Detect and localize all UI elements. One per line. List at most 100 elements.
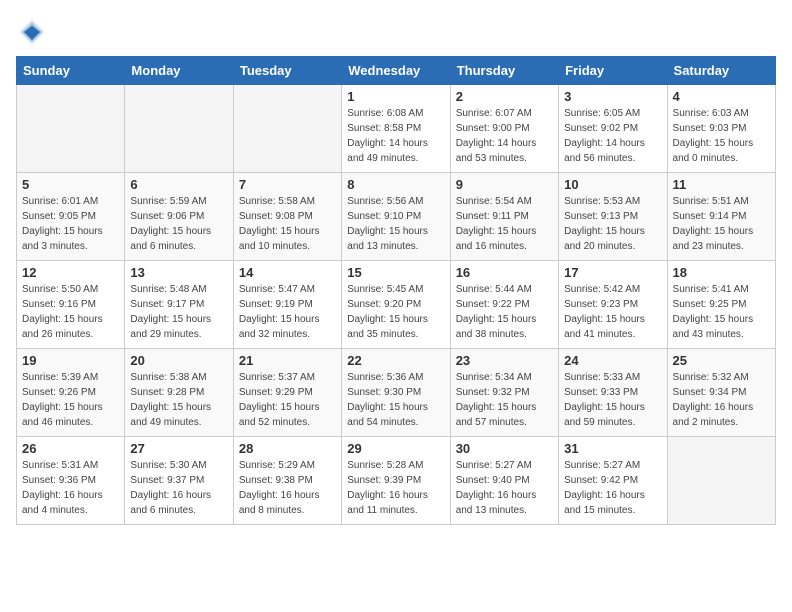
day-detail: Sunrise: 6:01 AMSunset: 9:05 PMDaylight:… [22, 194, 119, 254]
day-detail: Sunrise: 5:47 AMSunset: 9:19 PMDaylight:… [239, 282, 336, 342]
day-cell: 24 Sunrise: 5:33 AMSunset: 9:33 PMDayligh… [559, 349, 667, 437]
day-number: 25 [673, 353, 770, 368]
day-number: 3 [564, 89, 661, 104]
day-number: 31 [564, 441, 661, 456]
day-number: 22 [347, 353, 444, 368]
day-cell: 16 Sunrise: 5:44 AMSunset: 9:22 PMDayligh… [450, 261, 558, 349]
empty-cell [233, 85, 341, 173]
day-cell: 7Sunrise: 5:58 AMSunset: 9:08 PMDaylight… [233, 173, 341, 261]
day-cell: 13Sunrise: 5:48 AMSunset: 9:17 PMDayligh… [125, 261, 233, 349]
day-number: 18 [673, 265, 770, 280]
day-detail: Sunrise: 5:53 AMSunset: 9:13 PMDaylight:… [564, 194, 661, 254]
empty-cell [17, 85, 125, 173]
day-cell: 21 Sunrise: 5:37 AMSunset: 9:29 PMDayligh… [233, 349, 341, 437]
day-detail: Sunrise: 5:36 AMSunset: 9:30 PMDaylight:… [347, 370, 444, 430]
day-cell: 15Sunrise: 5:45 AMSunset: 9:20 PMDayligh… [342, 261, 450, 349]
day-cell: 5 Sunrise: 6:01 AMSunset: 9:05 PMDaylight… [17, 173, 125, 261]
day-cell: 26 Sunrise: 5:31 AMSunset: 9:36 PMDayligh… [17, 437, 125, 525]
calendar-week-row: 26 Sunrise: 5:31 AMSunset: 9:36 PMDayligh… [17, 437, 776, 525]
day-cell: 30 Sunrise: 5:27 AMSunset: 9:40 PMDayligh… [450, 437, 558, 525]
weekday-header-monday: Monday [125, 57, 233, 85]
calendar-table: SundayMondayTuesdayWednesdayThursdayFrid… [16, 56, 776, 525]
day-cell: 29 Sunrise: 5:28 AMSunset: 9:39 PMDayligh… [342, 437, 450, 525]
weekday-header-tuesday: Tuesday [233, 57, 341, 85]
day-number: 30 [456, 441, 553, 456]
day-cell: 18 Sunrise: 5:41 AMSunset: 9:25 PMDayligh… [667, 261, 775, 349]
day-cell: 22 Sunrise: 5:36 AMSunset: 9:30 PMDayligh… [342, 349, 450, 437]
day-cell: 17Sunrise: 5:42 AMSunset: 9:23 PMDayligh… [559, 261, 667, 349]
day-cell: 2 Sunrise: 6:07 AMSunset: 9:00 PMDaylight… [450, 85, 558, 173]
day-cell: 8 Sunrise: 5:56 AMSunset: 9:10 PMDaylight… [342, 173, 450, 261]
day-detail: Sunrise: 5:50 AMSunset: 9:16 PMDaylight:… [22, 282, 119, 342]
day-number: 7 [239, 177, 336, 192]
logo [16, 16, 52, 48]
calendar-week-row: 12 Sunrise: 5:50 AMSunset: 9:16 PMDayligh… [17, 261, 776, 349]
logo-icon [16, 16, 48, 48]
day-cell: 9 Sunrise: 5:54 AMSunset: 9:11 PMDaylight… [450, 173, 558, 261]
day-number: 20 [130, 353, 227, 368]
day-detail: Sunrise: 5:39 AMSunset: 9:26 PMDaylight:… [22, 370, 119, 430]
day-number: 11 [673, 177, 770, 192]
day-detail: Sunrise: 5:27 AMSunset: 9:40 PMDaylight:… [456, 458, 553, 518]
day-number: 1 [347, 89, 444, 104]
day-detail: Sunrise: 5:54 AMSunset: 9:11 PMDaylight:… [456, 194, 553, 254]
day-detail: Sunrise: 5:33 AMSunset: 9:33 PMDaylight:… [564, 370, 661, 430]
day-number: 21 [239, 353, 336, 368]
day-cell: 27 Sunrise: 5:30 AMSunset: 9:37 PMDayligh… [125, 437, 233, 525]
day-detail: Sunrise: 5:41 AMSunset: 9:25 PMDaylight:… [673, 282, 770, 342]
empty-cell [667, 437, 775, 525]
calendar-week-row: 1 Sunrise: 6:08 AMSunset: 8:58 PMDaylight… [17, 85, 776, 173]
day-cell: 31 Sunrise: 5:27 AMSunset: 9:42 PMDayligh… [559, 437, 667, 525]
day-number: 19 [22, 353, 119, 368]
day-cell: 10 Sunrise: 5:53 AMSunset: 9:13 PMDayligh… [559, 173, 667, 261]
day-number: 5 [22, 177, 119, 192]
day-number: 8 [347, 177, 444, 192]
day-number: 2 [456, 89, 553, 104]
day-detail: Sunrise: 6:08 AMSunset: 8:58 PMDaylight:… [347, 106, 444, 166]
weekday-header-wednesday: Wednesday [342, 57, 450, 85]
day-cell: 6Sunrise: 5:59 AMSunset: 9:06 PMDaylight… [125, 173, 233, 261]
day-detail: Sunrise: 5:34 AMSunset: 9:32 PMDaylight:… [456, 370, 553, 430]
day-number: 26 [22, 441, 119, 456]
weekday-header-thursday: Thursday [450, 57, 558, 85]
weekday-header-sunday: Sunday [17, 57, 125, 85]
calendar-week-row: 19 Sunrise: 5:39 AMSunset: 9:26 PMDayligh… [17, 349, 776, 437]
day-number: 10 [564, 177, 661, 192]
day-detail: Sunrise: 5:27 AMSunset: 9:42 PMDaylight:… [564, 458, 661, 518]
day-detail: Sunrise: 5:51 AMSunset: 9:14 PMDaylight:… [673, 194, 770, 254]
day-cell: 4Sunrise: 6:03 AMSunset: 9:03 PMDaylight… [667, 85, 775, 173]
weekday-header-row: SundayMondayTuesdayWednesdayThursdayFrid… [17, 57, 776, 85]
day-number: 17 [564, 265, 661, 280]
day-number: 12 [22, 265, 119, 280]
day-detail: Sunrise: 5:28 AMSunset: 9:39 PMDaylight:… [347, 458, 444, 518]
day-cell: 12 Sunrise: 5:50 AMSunset: 9:16 PMDayligh… [17, 261, 125, 349]
day-number: 14 [239, 265, 336, 280]
day-detail: Sunrise: 5:45 AMSunset: 9:20 PMDaylight:… [347, 282, 444, 342]
day-number: 4 [673, 89, 770, 104]
day-cell: 23Sunrise: 5:34 AMSunset: 9:32 PMDayligh… [450, 349, 558, 437]
day-cell: 11 Sunrise: 5:51 AMSunset: 9:14 PMDayligh… [667, 173, 775, 261]
day-detail: Sunrise: 5:32 AMSunset: 9:34 PMDaylight:… [673, 370, 770, 430]
calendar-week-row: 5 Sunrise: 6:01 AMSunset: 9:05 PMDaylight… [17, 173, 776, 261]
day-detail: Sunrise: 6:07 AMSunset: 9:00 PMDaylight:… [456, 106, 553, 166]
day-detail: Sunrise: 5:31 AMSunset: 9:36 PMDaylight:… [22, 458, 119, 518]
day-detail: Sunrise: 5:38 AMSunset: 9:28 PMDaylight:… [130, 370, 227, 430]
day-detail: Sunrise: 5:30 AMSunset: 9:37 PMDaylight:… [130, 458, 227, 518]
day-cell: 1 Sunrise: 6:08 AMSunset: 8:58 PMDaylight… [342, 85, 450, 173]
day-detail: Sunrise: 5:48 AMSunset: 9:17 PMDaylight:… [130, 282, 227, 342]
day-cell: 3Sunrise: 6:05 AMSunset: 9:02 PMDaylight… [559, 85, 667, 173]
empty-cell [125, 85, 233, 173]
day-detail: Sunrise: 5:56 AMSunset: 9:10 PMDaylight:… [347, 194, 444, 254]
day-detail: Sunrise: 5:44 AMSunset: 9:22 PMDaylight:… [456, 282, 553, 342]
day-number: 27 [130, 441, 227, 456]
day-number: 24 [564, 353, 661, 368]
day-detail: Sunrise: 5:37 AMSunset: 9:29 PMDaylight:… [239, 370, 336, 430]
day-number: 28 [239, 441, 336, 456]
day-cell: 19 Sunrise: 5:39 AMSunset: 9:26 PMDayligh… [17, 349, 125, 437]
day-number: 16 [456, 265, 553, 280]
page-header [16, 16, 776, 48]
day-number: 29 [347, 441, 444, 456]
day-cell: 25 Sunrise: 5:32 AMSunset: 9:34 PMDayligh… [667, 349, 775, 437]
day-number: 6 [130, 177, 227, 192]
day-number: 9 [456, 177, 553, 192]
